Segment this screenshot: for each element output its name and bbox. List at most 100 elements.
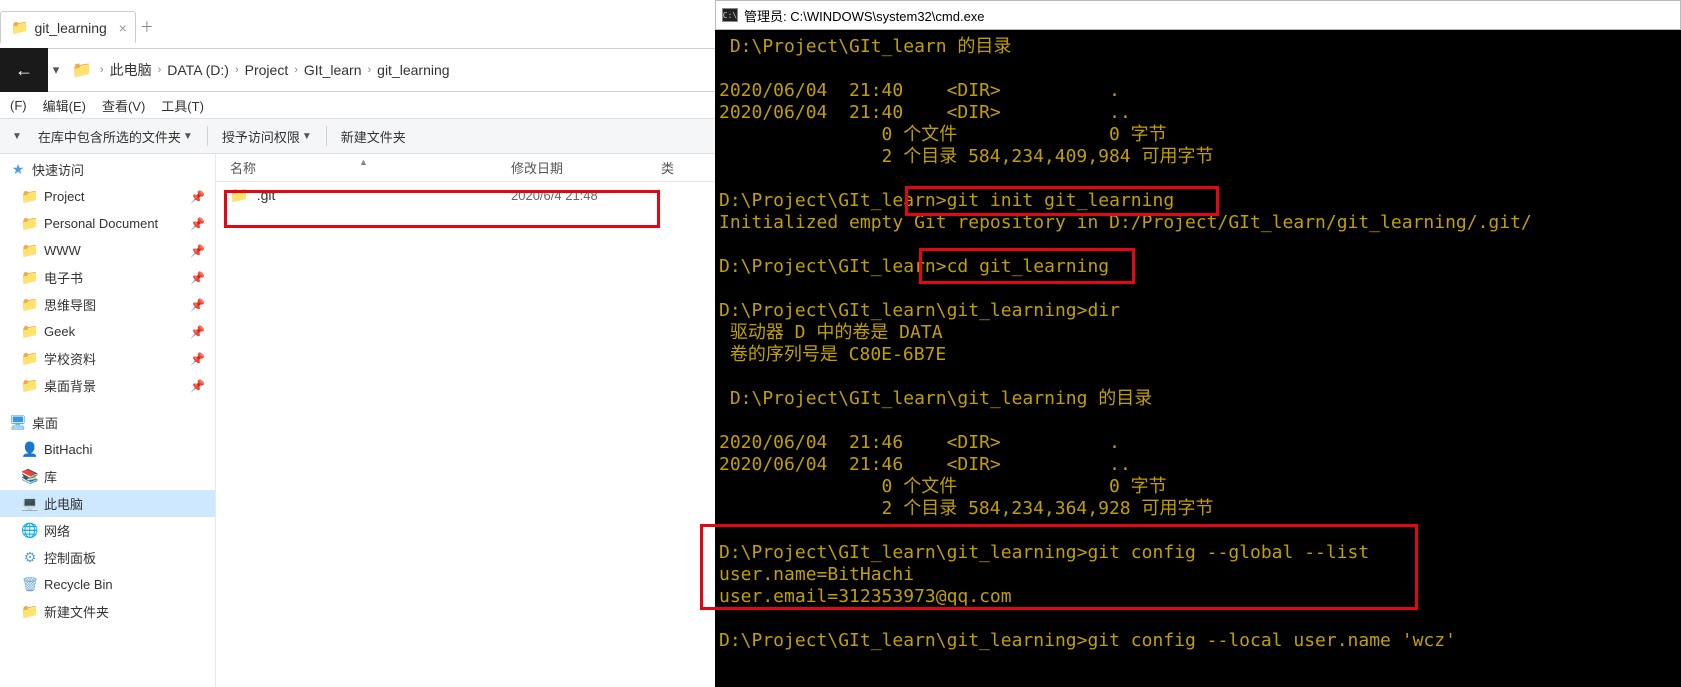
folder-icon: 📁 xyxy=(22,324,38,340)
folder-icon: 📁 xyxy=(22,189,38,205)
folder-icon: 📁 xyxy=(11,19,28,36)
tab-bar: 📁 git_learning × ＋ xyxy=(0,0,715,48)
menu-view[interactable]: 查看(V) xyxy=(94,94,153,117)
new-tab-button[interactable]: ＋ xyxy=(140,17,154,37)
sidebar-item[interactable]: 📁 Personal Document 📌 xyxy=(0,210,215,237)
address-bar: ← ▾ 📁 › 此电脑 › DATA (D:) › Project › GIt_… xyxy=(0,48,715,92)
sidebar-item[interactable]: 📁学校资料📌 xyxy=(0,345,215,372)
sort-asc-icon: ▲ xyxy=(359,157,368,167)
table-row[interactable]: 📁 .git 2020/6/4 21:48 xyxy=(216,182,715,208)
separator xyxy=(326,126,327,146)
sidebar-item[interactable]: 📁 WWW 📌 xyxy=(0,237,215,264)
pin-icon: 📌 xyxy=(190,271,205,285)
sidebar-item[interactable]: 📁桌面背景📌 xyxy=(0,372,215,399)
cmd-window: C:\ 管理员: C:\WINDOWS\system32\cmd.exe D:\… xyxy=(715,0,1681,687)
close-icon[interactable]: × xyxy=(119,20,127,36)
sidebar-item[interactable]: 📁 Project 📌 xyxy=(0,183,215,210)
net-icon: 🌐 xyxy=(22,523,38,539)
chevron-icon[interactable]: › xyxy=(363,64,375,76)
chevron-icon[interactable]: › xyxy=(154,64,166,76)
sidebar-item-label: 桌面 xyxy=(32,413,58,432)
menu-edit[interactable]: 编辑(E) xyxy=(35,94,94,117)
column-date[interactable]: 修改日期 xyxy=(511,158,661,177)
breadcrumb-item[interactable]: 此电脑 xyxy=(108,60,154,80)
sidebar-item[interactable]: ★ 快速访问 xyxy=(0,156,215,183)
pin-icon: 📌 xyxy=(190,298,205,312)
chevron-down-icon: ▼ xyxy=(302,131,312,142)
folder-icon: 📁 xyxy=(22,243,38,259)
folder-icon: 📁 xyxy=(72,60,92,80)
grant-access-button[interactable]: 授予访问权限 ▼ xyxy=(214,123,320,150)
cmd-titlebar[interactable]: C:\ 管理员: C:\WINDOWS\system32\cmd.exe xyxy=(715,0,1681,30)
sidebar-item-label: 快速访问 xyxy=(32,160,84,179)
sidebar-item[interactable]: 📁新建文件夹 xyxy=(0,598,215,625)
sidebar-item[interactable]: 💻此电脑 xyxy=(0,490,215,517)
cmd-title-text: 管理员: C:\WINDOWS\system32\cmd.exe xyxy=(744,6,985,25)
organize-button[interactable]: ▼ xyxy=(4,127,30,146)
sidebar-item-label: Geek xyxy=(44,324,75,339)
sidebar-item-label: 库 xyxy=(44,467,57,486)
file-name: .git xyxy=(257,187,276,203)
file-date: 2020/6/4 21:48 xyxy=(511,188,661,203)
folder-icon: 📁 xyxy=(22,297,38,313)
sidebar-item-label: Personal Document xyxy=(44,216,158,231)
chevron-icon[interactable]: › xyxy=(96,64,108,76)
breadcrumb-item[interactable]: GIt_learn xyxy=(302,62,364,78)
include-in-library-button[interactable]: 在库中包含所选的文件夹 ▼ xyxy=(30,123,201,150)
sidebar-item[interactable]: 🗑 Recycle Bin xyxy=(0,571,215,598)
pin-icon: 📌 xyxy=(190,244,205,258)
explorer-content: ★ 快速访问 📁 Project 📌 📁 Personal Document 📌 📁 WWW 📌 📁 电… xyxy=(0,154,715,687)
chevron-icon[interactable]: › xyxy=(231,64,243,76)
sidebar-item-label: WWW xyxy=(44,243,81,258)
column-headers: ▲名称 修改日期 类 xyxy=(216,154,715,182)
sidebar-item-label: Recycle Bin xyxy=(44,577,113,592)
menu-tools[interactable]: 工具(T) xyxy=(153,94,212,117)
sidebar-item-label: BitHachi xyxy=(44,442,92,457)
back-button[interactable]: ← xyxy=(0,48,48,92)
menu-bar: (F) 编辑(E) 查看(V) 工具(T) xyxy=(0,92,715,118)
new-folder-button[interactable]: 新建文件夹 xyxy=(333,123,414,150)
cmd-output[interactable]: D:\Project\GIt_learn 的目录 2020/06/04 21:4… xyxy=(715,30,1681,687)
sidebar-item[interactable]: 📁 思维导图 📌 xyxy=(0,291,215,318)
breadcrumb-item[interactable]: DATA (D:) xyxy=(165,62,231,78)
sidebar-item-label: 桌面背景 xyxy=(44,376,96,395)
sidebar: ★ 快速访问 📁 Project 📌 📁 Personal Document 📌 📁 WWW 📌 📁 电… xyxy=(0,154,216,687)
sidebar-item-label: 思维导图 xyxy=(44,295,96,314)
file-listing: ▲名称 修改日期 类 📁 .git 2020/6/4 21:48 xyxy=(216,154,715,687)
cpl-icon: ⚙ xyxy=(22,550,38,566)
tab-git-learning[interactable]: 📁 git_learning × xyxy=(0,11,136,43)
folder-icon: 📁 xyxy=(22,351,38,367)
sidebar-item[interactable]: 📚库 xyxy=(0,463,215,490)
tab-label: git_learning xyxy=(34,20,106,36)
lib-icon: 📚 xyxy=(22,469,38,485)
breadcrumb-item[interactable]: git_learning xyxy=(375,62,451,78)
sidebar-item-label: Project xyxy=(44,189,84,204)
bin-icon: 🗑 xyxy=(22,577,38,593)
column-type[interactable]: 类 xyxy=(661,158,715,177)
cmd-icon: C:\ xyxy=(722,8,738,22)
folder-icon: 📁 xyxy=(22,378,38,394)
separator xyxy=(207,126,208,146)
nav-dropdown[interactable]: ▾ xyxy=(48,62,64,78)
pin-icon: 📌 xyxy=(190,190,205,204)
menu-file[interactable]: (F) xyxy=(2,96,35,115)
pin-icon: 📌 xyxy=(190,217,205,231)
breadcrumb-item[interactable]: Project xyxy=(243,62,291,78)
sidebar-item[interactable]: 🖥 桌面 xyxy=(0,409,215,436)
sidebar-item-label: 学校资料 xyxy=(44,349,96,368)
folder-icon: 📁 xyxy=(22,216,38,232)
chevron-icon[interactable]: › xyxy=(290,64,302,76)
sidebar-item[interactable]: 📁Geek📌 xyxy=(0,318,215,345)
folder-icon: 📁 xyxy=(22,270,38,286)
sidebar-item[interactable]: ⚙控制面板 xyxy=(0,544,215,571)
sidebar-item[interactable]: 🌐网络 xyxy=(0,517,215,544)
sidebar-item-label: 此电脑 xyxy=(44,494,83,513)
sidebar-item-label: 新建文件夹 xyxy=(44,602,109,621)
sidebar-item[interactable]: 👤BitHachi xyxy=(0,436,215,463)
star-icon: ★ xyxy=(10,162,26,178)
desktop-icon: 🖥 xyxy=(10,415,26,431)
folder-icon: 📁 xyxy=(230,186,249,204)
sidebar-item[interactable]: 📁 电子书 📌 xyxy=(0,264,215,291)
sidebar-item-label: 电子书 xyxy=(44,268,83,287)
column-name[interactable]: ▲名称 xyxy=(216,158,511,177)
